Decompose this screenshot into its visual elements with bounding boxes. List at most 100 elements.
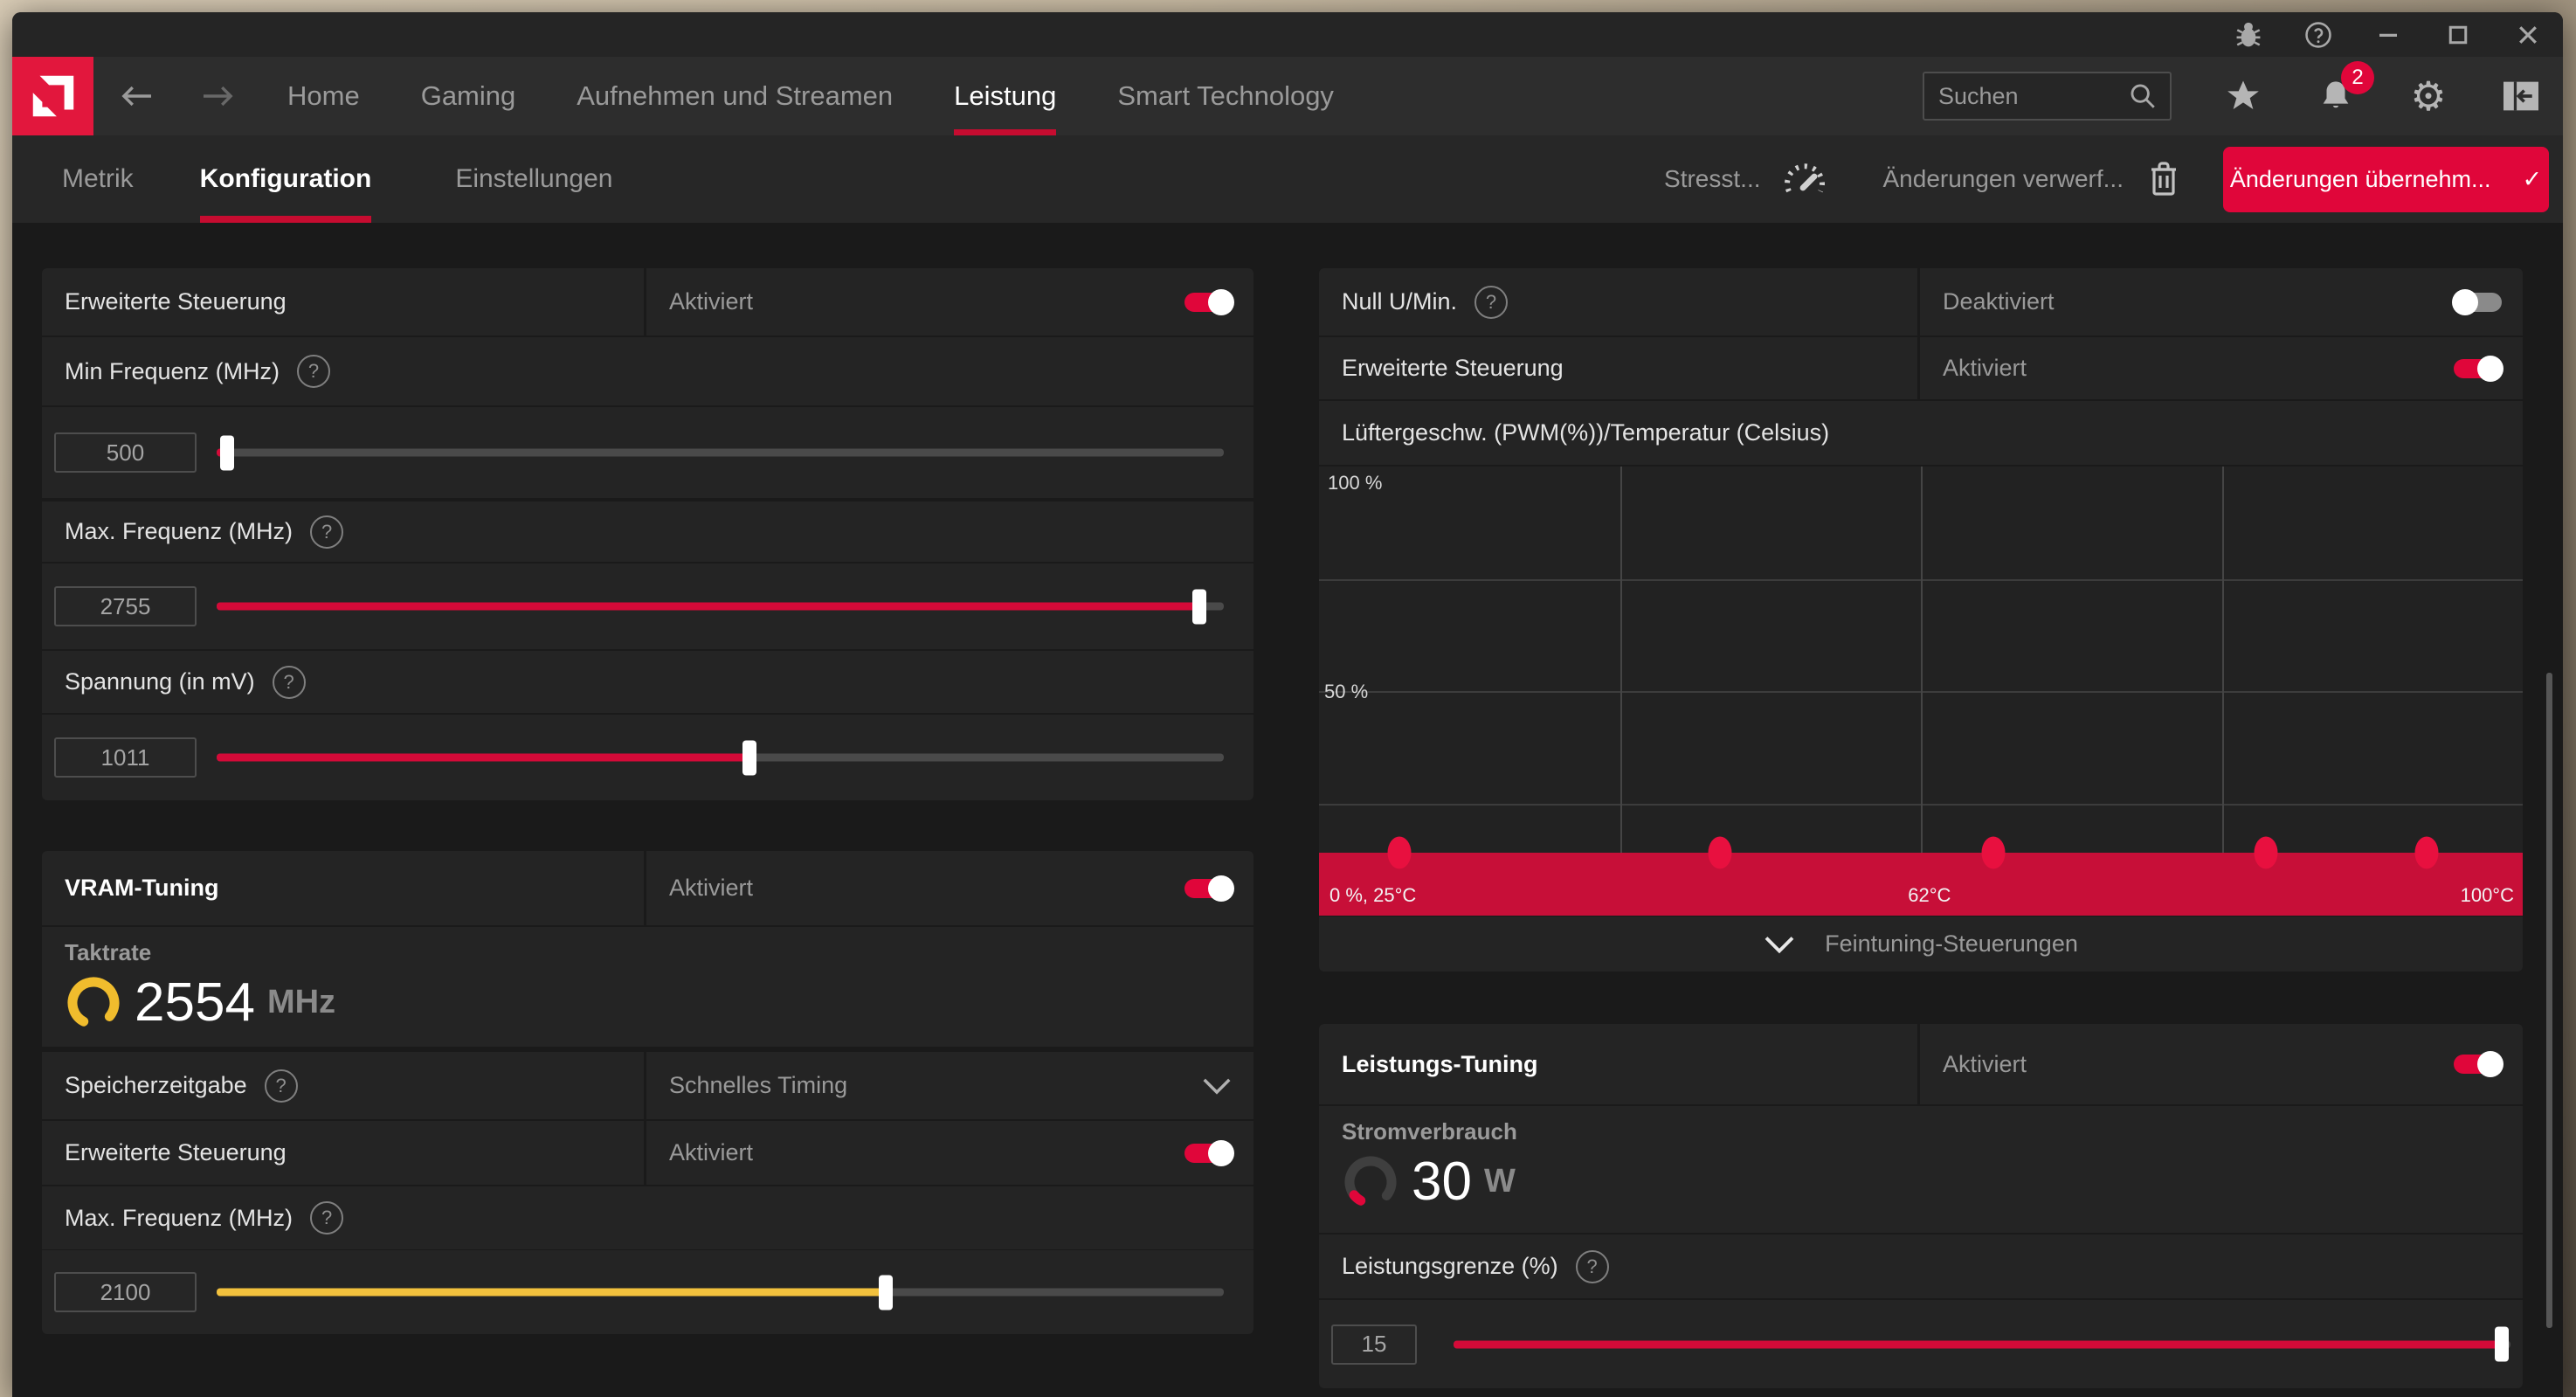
voltage-help-icon[interactable]: ? [273,666,306,699]
fan-curve-point[interactable] [1981,837,2005,869]
voltage-slider-row [42,715,1253,800]
vram-tuning-state: Aktiviert [669,875,753,902]
fan-curve-point[interactable] [2414,837,2438,869]
power-limit-input[interactable] [1331,1324,1417,1365]
vram-clock-unit: MHz [267,984,335,1021]
fine-tuning-expander[interactable]: Feintuning-Steuerungen [1319,916,2523,972]
fan-curve-point[interactable] [1709,837,1732,869]
vertical-scrollbar[interactable] [2546,673,2552,1328]
power-consumption-value: 30 [1412,1151,1472,1213]
bug-icon [2234,20,2263,50]
discard-changes-button[interactable]: Änderungen verwerf... [1883,165,2124,193]
voltage-slider[interactable] [217,754,1224,762]
vram-tuning-toggle[interactable] [1184,879,1233,898]
fan-tuning-group: Null U/Min. ? Deaktiviert Erweiterte Ste… [1319,268,2523,972]
forward-button[interactable] [198,81,238,111]
fan-advanced-control-row: Erweiterte Steuerung Aktiviert [1319,337,2523,399]
vram-clock-value: 2554 [135,972,255,1034]
vram-clock-label: Taktrate [65,939,1253,966]
fan-curve-chart[interactable]: 100 % 50 % 0 %, 25°C 62°C 100°C [1319,467,2523,916]
power-tuning-state: Aktiviert [1943,1051,2027,1078]
min-frequency-label-row: Min Frequenz (MHz) ? [42,337,1253,405]
amd-logo[interactable] [12,57,93,135]
max-frequency-help-icon[interactable]: ? [310,515,343,549]
voltage-input[interactable] [54,737,197,778]
maximize-button[interactable] [2423,12,2493,57]
min-frequency-help-icon[interactable]: ? [297,355,330,388]
power-limit-slider[interactable] [1454,1340,2510,1348]
vram-max-frequency-slider[interactable] [217,1289,1224,1297]
fan-advanced-control-toggle[interactable] [2454,359,2502,378]
power-tuning-toggle[interactable] [2454,1055,2502,1074]
fan-chart-title-row: Lüftergeschw. (PWM(%))/Temperatur (Celsi… [1319,401,2523,465]
nav-tab-performance[interactable]: Leistung [954,57,1056,135]
arrow-right-icon [199,81,238,111]
zero-rpm-help-icon[interactable]: ? [1474,286,1508,319]
subtab-settings[interactable]: Einstellungen [455,135,612,223]
nav-tab-home[interactable]: Home [287,57,360,135]
nav-tab-record-stream[interactable]: Aufnehmen und Streamen [577,57,893,135]
min-frequency-slider-handle[interactable] [220,435,234,470]
vram-max-frequency-slider-handle[interactable] [879,1275,893,1310]
memory-timing-help-icon[interactable]: ? [265,1069,298,1103]
settings-button[interactable]: ⚙ [2407,75,2449,117]
minimize-button[interactable] [2353,12,2423,57]
gpu-advanced-control-label: Erweiterte Steuerung [65,288,287,315]
power-consumption-row: Stromverbrauch 30 W [1319,1106,2523,1233]
nav-tab-smart-technology[interactable]: Smart Technology [1117,57,1334,135]
max-frequency-slider-handle[interactable] [1192,589,1206,624]
subtab-tuning[interactable]: Konfiguration [200,135,372,223]
gear-icon: ⚙ [2410,76,2446,116]
favorites-button[interactable] [2222,75,2264,117]
gpu-advanced-control-toggle[interactable] [1184,293,1233,312]
search-input[interactable] [1937,82,2128,111]
power-tuning-title: Leistungs-Tuning [1342,1051,1537,1078]
power-consumption-unit: W [1484,1163,1516,1200]
vram-clock-row: Taktrate 2554 MHz [42,927,1253,1047]
vram-max-frequency-help-icon[interactable]: ? [310,1201,343,1234]
trash-icon[interactable] [2146,159,2181,199]
vram-advanced-control-label: Erweiterte Steuerung [65,1139,287,1166]
gauge-icon[interactable] [1782,160,1827,198]
vram-tuning-title: VRAM-Tuning [65,875,218,902]
voltage-label: Spannung (in mV) [65,668,255,695]
notification-badge: 2 [2341,61,2374,94]
power-limit-label-row: Leistungsgrenze (%) ? [1319,1234,2523,1298]
fan-curve-point[interactable] [2255,837,2278,869]
power-limit-slider-row [1319,1300,2523,1388]
collapse-panel-button[interactable] [2500,75,2542,117]
memory-timing-dropdown[interactable]: Schnelles Timing [646,1052,1253,1119]
fan-curve-point[interactable] [1387,837,1411,869]
voltage-label-row: Spannung (in mV) ? [42,651,1253,713]
max-frequency-slider[interactable] [217,603,1224,611]
power-tuning-header-row: Leistungs-Tuning Aktiviert [1319,1024,2523,1104]
max-frequency-slider-row [42,564,1253,649]
bug-report-button[interactable] [2213,12,2283,57]
max-frequency-input[interactable] [54,586,197,626]
vram-advanced-control-toggle[interactable] [1184,1144,1233,1163]
help-button[interactable] [2283,12,2353,57]
close-button[interactable] [2493,12,2563,57]
gpu-advanced-control-row: Erweiterte Steuerung Aktiviert [42,268,1253,335]
search-box[interactable] [1923,72,2172,121]
stress-test-button[interactable]: Stresst... [1664,165,1760,193]
min-frequency-input[interactable] [54,432,197,473]
memory-timing-row: Speicherzeitgabe ? Schnelles Timing [42,1052,1253,1119]
nav-tab-gaming[interactable]: Gaming [421,57,516,135]
subtab-metrics[interactable]: Metrik [62,135,134,223]
fine-tuning-label: Feintuning-Steuerungen [1825,930,2078,958]
maximize-icon [2445,22,2471,48]
apply-changes-button[interactable]: Änderungen übernehm... ✓ [2223,147,2549,212]
vram-max-frequency-input[interactable] [54,1272,197,1312]
power-limit-help-icon[interactable]: ? [1576,1250,1609,1283]
zero-rpm-toggle[interactable] [2454,293,2502,312]
min-frequency-slider[interactable] [217,449,1224,457]
voltage-slider-handle[interactable] [742,740,756,775]
back-button[interactable] [116,81,156,111]
search-icon [2128,81,2158,111]
power-limit-slider-handle[interactable] [2495,1327,2509,1362]
vram-max-frequency-slider-row [42,1250,1253,1334]
chart-origin-label: 0 %, 25°C [1329,884,1416,907]
memory-timing-label: Speicherzeitgabe [65,1072,247,1099]
notifications-button[interactable]: 2 [2315,75,2357,117]
